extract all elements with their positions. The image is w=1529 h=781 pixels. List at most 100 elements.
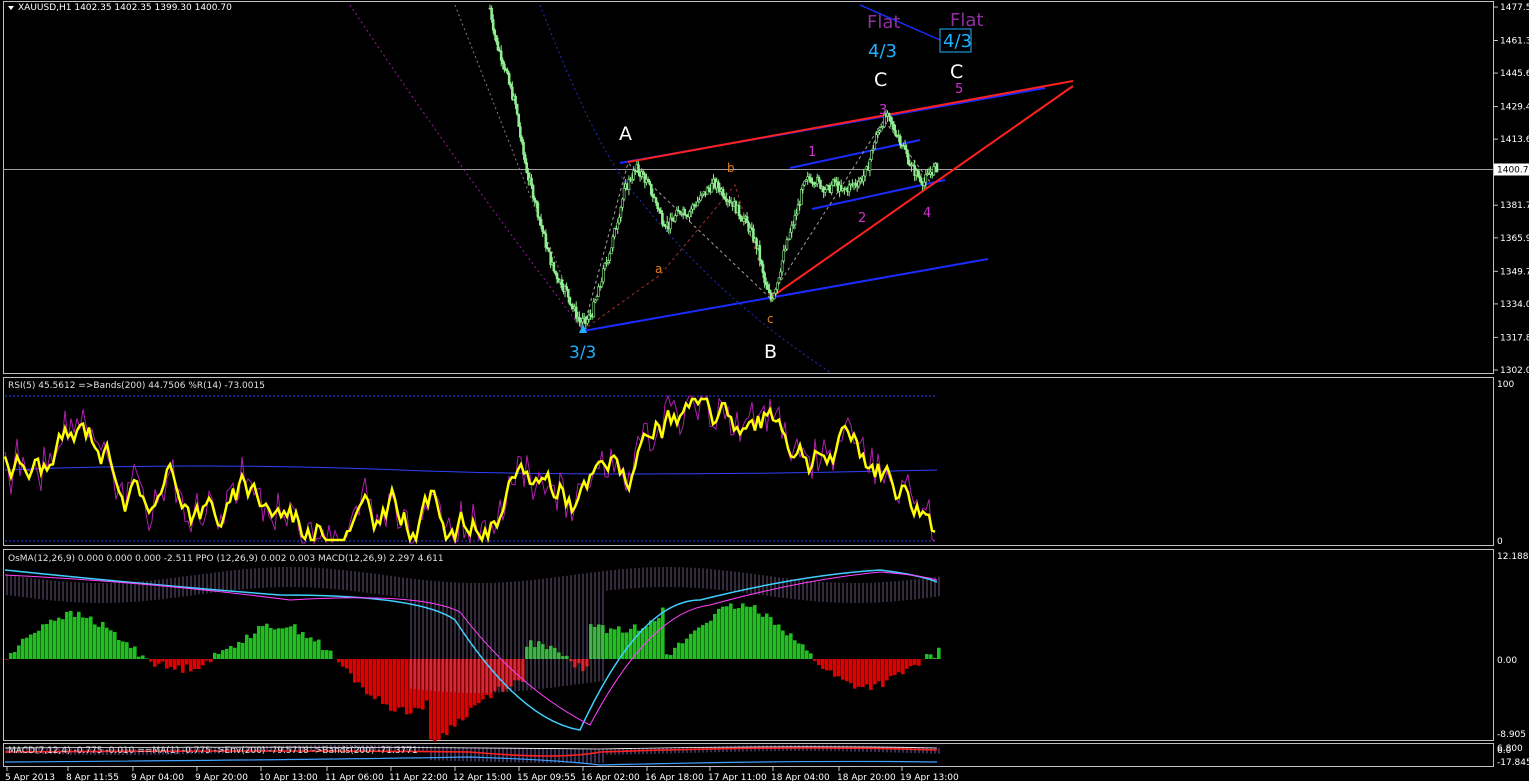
candle-body <box>875 134 878 143</box>
candle-body <box>905 149 908 154</box>
osma-bar <box>929 654 933 659</box>
osma-bar <box>677 642 681 659</box>
candle-body <box>654 197 658 204</box>
candle-body <box>565 286 568 290</box>
candle-body <box>603 262 607 269</box>
osma-bar <box>765 613 769 659</box>
osma-bar <box>809 653 813 659</box>
price-tick-label: 1317.81 <box>1500 333 1529 343</box>
osma-bar <box>57 617 61 659</box>
osma-bar <box>381 659 385 704</box>
candle-body <box>566 288 570 298</box>
osma-bar <box>805 650 809 659</box>
time-tick-label: 15 Apr 09:55 <box>517 773 576 781</box>
flat-label-right: Flat <box>950 10 983 31</box>
osma-bar <box>169 659 173 667</box>
osma-bar <box>65 611 69 659</box>
osma-bar <box>321 650 325 659</box>
osma-bar <box>145 658 149 659</box>
osma-bar <box>673 647 677 659</box>
red-upper-line <box>627 80 1074 163</box>
candle-body <box>906 153 910 165</box>
osma-bar <box>889 659 893 676</box>
osma-bar <box>301 632 305 659</box>
candle-body <box>531 185 535 199</box>
osma-bar <box>657 618 661 659</box>
rsi-mid-band <box>4 465 938 475</box>
macd2-tick-bottom: -17.845 <box>1497 758 1529 768</box>
candle-body <box>935 163 939 173</box>
osma-bar <box>21 638 25 659</box>
osma-bar <box>85 617 89 659</box>
candle-body <box>490 7 493 20</box>
osma-bar <box>213 652 217 659</box>
osma-bar <box>341 659 345 667</box>
candle-body <box>870 149 873 160</box>
osma-bar <box>97 626 101 659</box>
osma-bar <box>121 641 125 659</box>
candle-body <box>887 112 891 117</box>
candle-body <box>776 282 779 290</box>
candle-body <box>616 222 620 230</box>
osma-bar <box>373 659 377 700</box>
osma-panel <box>4 567 941 742</box>
candle-body <box>890 121 894 125</box>
candle-body <box>493 29 497 36</box>
osma-bar <box>325 650 329 659</box>
wave-a-label: a <box>655 262 662 276</box>
candle-body <box>801 184 805 190</box>
osma-bar <box>305 638 309 659</box>
osma-bar <box>237 641 241 659</box>
osma-bar <box>81 617 85 659</box>
osma-bar <box>377 659 381 697</box>
candle-body <box>696 201 699 206</box>
candle-body <box>790 225 794 233</box>
candle-body <box>817 176 821 181</box>
price-tick-label: 1349.76 <box>1500 267 1529 277</box>
candle-body <box>857 181 861 187</box>
osma-bar <box>405 659 409 715</box>
time-tick-label: 11 Apr 06:00 <box>325 773 384 781</box>
osma-bar <box>181 659 185 673</box>
osma-bar <box>721 606 725 659</box>
osma-bar <box>205 659 209 661</box>
osma-bar <box>349 659 353 674</box>
candle-body <box>621 198 624 208</box>
osma-bar <box>401 659 405 708</box>
price-tick-label: 1445.61 <box>1500 69 1529 79</box>
osma-bar <box>865 659 869 685</box>
osma-bar <box>261 626 265 659</box>
candle-body <box>525 162 529 174</box>
candle-body <box>716 181 720 189</box>
osma-bar <box>605 633 609 659</box>
osma-tick-zero: 0.00 <box>1497 656 1517 666</box>
wave-c-left: C <box>874 69 887 91</box>
candle-body <box>785 239 789 250</box>
osma-bar <box>369 659 373 696</box>
osma-bar <box>229 646 233 659</box>
osma-bar <box>253 633 257 659</box>
osma-bar <box>189 659 193 672</box>
osma-bar <box>917 659 921 666</box>
osma-bar <box>841 659 845 680</box>
osma-bar <box>161 659 165 662</box>
chart-canvas[interactable]: FlatFlat4/34/3CC53124ABabc3/3 1477.55146… <box>0 0 1529 781</box>
price-axis: 1477.551461.351445.611429.411413.661397.… <box>1494 3 1529 376</box>
candle-body <box>745 216 749 223</box>
candle-body <box>892 123 896 131</box>
osma-bar <box>329 650 333 659</box>
candle-body <box>555 273 559 280</box>
osma-bar <box>281 628 285 659</box>
osma-bar <box>661 607 665 659</box>
osma-tick-bottom: -8.905 <box>1497 730 1526 740</box>
rsi-panel <box>3 394 938 545</box>
candle-body <box>649 183 653 195</box>
candle-body <box>495 35 498 42</box>
wave-5-label: 5 <box>955 82 963 97</box>
osma-bar <box>845 659 849 682</box>
candle-body <box>924 174 928 183</box>
osma-bar <box>209 659 213 663</box>
candle-body <box>574 306 578 319</box>
candle-body <box>898 135 902 146</box>
candle-body <box>519 126 522 138</box>
